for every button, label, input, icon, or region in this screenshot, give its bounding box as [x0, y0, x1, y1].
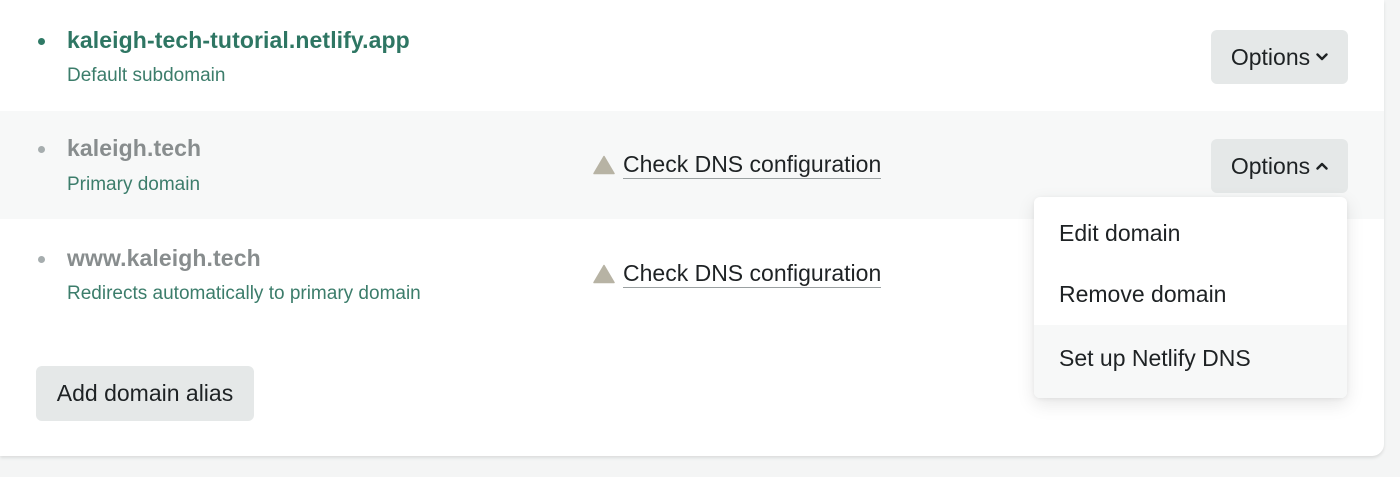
check-dns-label: Check DNS configuration — [623, 260, 882, 288]
menu-item-setup-netlify-dns[interactable]: Set up Netlify DNS — [1034, 328, 1347, 389]
bullet — [38, 146, 45, 153]
domain-description: Primary domain — [67, 174, 201, 195]
warning-triangle-icon — [593, 264, 615, 284]
options-label: Options — [1230, 43, 1311, 70]
domain-name: kaleigh.tech — [67, 135, 202, 161]
check-dns-label: Check DNS configuration — [623, 151, 882, 179]
options-button[interactable]: Options — [1211, 30, 1348, 84]
menu-item-remove-domain[interactable]: Remove domain — [1034, 264, 1347, 325]
domain-row-default: kaleigh-tech-tutorial.netlify.app Defaul… — [0, 0, 1384, 108]
domain-description: Redirects automatically to primary domai… — [67, 283, 421, 304]
chevron-down-icon — [1316, 53, 1328, 61]
domain-name: www.kaleigh.tech — [67, 245, 261, 271]
domain-description: Default subdomain — [67, 65, 226, 86]
add-domain-alias-button[interactable]: Add domain alias — [36, 366, 254, 421]
bullet — [38, 38, 45, 45]
options-button-open[interactable]: Options — [1211, 139, 1348, 193]
menu-item-edit-domain[interactable]: Edit domain — [1034, 203, 1347, 264]
domain-name: kaleigh-tech-tutorial.netlify.app — [67, 27, 410, 53]
options-label: Options — [1230, 152, 1311, 179]
check-dns-link[interactable]: Check DNS configuration — [593, 151, 882, 179]
bullet — [38, 256, 45, 263]
warning-triangle-icon — [593, 155, 615, 175]
options-dropdown-menu: Edit domain Remove domain Set up Netlify… — [1034, 197, 1347, 398]
check-dns-link[interactable]: Check DNS configuration — [593, 260, 882, 288]
chevron-up-icon — [1316, 162, 1328, 170]
domains-card: kaleigh-tech-tutorial.netlify.app Defaul… — [0, 0, 1384, 456]
